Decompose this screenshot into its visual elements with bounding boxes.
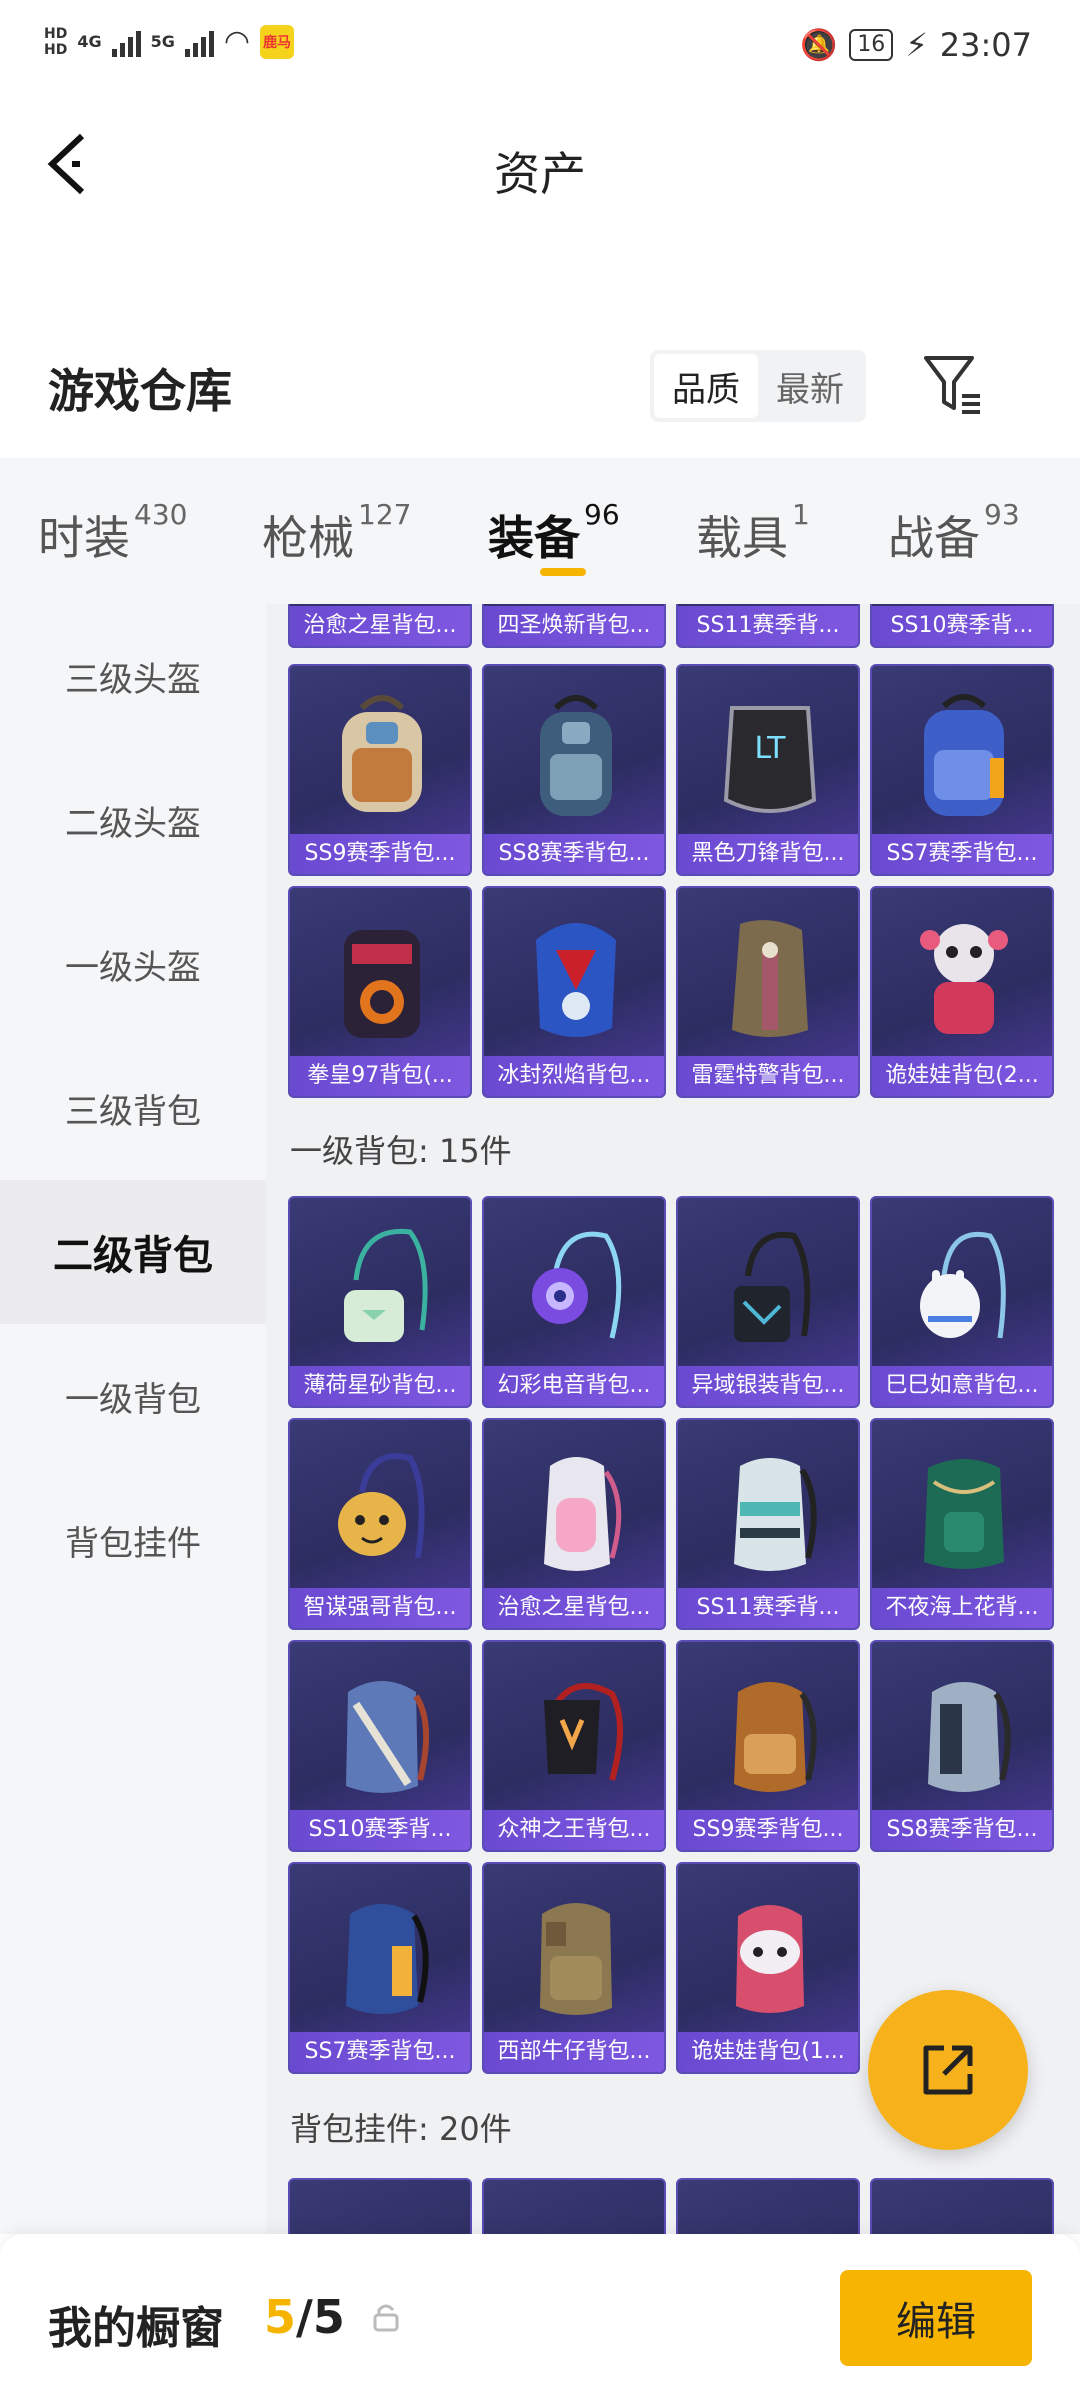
sort-toggle: 品质 最新 [650,350,866,422]
hd-indicator: HD HD [44,25,68,58]
sidebar-item-backpack-charms[interactable]: 背包挂件 [0,1468,266,1612]
backpack-icon [346,1904,429,2014]
item-card[interactable]: SS8赛季背包... [482,664,666,876]
category-tabs: 时装 430 枪械 127 装备 96 载具 1 战备 93 [0,458,1080,604]
tab-equipment[interactable]: 装备 96 [488,498,620,568]
mute-bell-icon: 🔕 [799,27,838,63]
item-card[interactable]: 不夜海上花背... [870,1418,1054,1630]
backpack-icon [734,1231,811,1342]
item-card[interactable]: SS10赛季背... [870,604,1054,648]
item-card[interactable]: 治愈之星背包... [482,1418,666,1630]
sidebar-item-helmet-lv3[interactable]: 三级头盔 [0,604,266,748]
backpack-icon [344,1228,428,1342]
battery-icon: 16 [849,29,894,61]
lock-icon [373,2304,399,2332]
backpack-icon [734,1682,817,1792]
item-card[interactable]: LT 黑色刀锋背包... [676,664,860,876]
external-link-icon [923,2045,973,2095]
tab-weapons[interactable]: 枪械 127 [262,498,411,568]
item-card[interactable]: 智谋强哥背包... [288,1418,472,1630]
tab-supplies[interactable]: 战备 93 [888,498,1020,568]
showcase-count: 5/5 [264,2290,345,2344]
item-card[interactable]: 异域银装背包... [676,1196,860,1408]
filter-icon[interactable] [922,352,984,418]
item-card[interactable]: SS7赛季背包... [870,664,1054,876]
item-grid: 治愈之星背包... 四圣焕新背包... SS11赛季背... SS10赛季背..… [266,604,1080,2234]
item-card[interactable]: SS11赛季背... [676,1418,860,1630]
tab-vehicles[interactable]: 载具 1 [696,498,810,568]
item-card[interactable]: 巳巳如意背包... [870,1196,1054,1408]
item-card[interactable]: SS11赛季背... [676,604,860,648]
item-card[interactable] [870,2178,1054,2234]
item-card[interactable]: SS9赛季背包... [288,664,472,876]
edit-button[interactable]: 编辑 [840,2270,1032,2366]
sidebar: 三级头盔 二级头盔 一级头盔 三级背包 二级背包 一级背包 背包挂件 [0,604,266,2234]
active-tab-indicator [540,568,586,576]
network-4g-label: 4G [77,32,102,51]
backpack-icon [920,1231,1006,1339]
backpack-icon [540,695,612,816]
sidebar-item-helmet-lv2[interactable]: 二级头盔 [0,748,266,892]
backpack-icon [338,1453,425,1559]
item-card[interactable]: 幻彩电音背包... [482,1196,666,1408]
sidebar-item-backpack-lv3[interactable]: 三级背包 [0,1036,266,1180]
sidebar-item-backpack-lv2[interactable]: 二级背包 [0,1180,266,1324]
backpack-icon [342,695,422,812]
item-card[interactable]: 众神之王背包... [482,1640,666,1852]
item-card[interactable] [288,2178,472,2234]
item-card[interactable]: 拳皇97背包(... [288,886,472,1098]
wifi-icon: ◠ [223,24,251,59]
backpack-icon [924,694,1004,816]
section-title-backpack-charms: 背包挂件: 20件 [290,2110,512,2148]
signal-icon [111,27,141,57]
signal-icon-2 [184,27,214,57]
item-card[interactable]: 雷霆特警背包... [676,886,860,1098]
clock: 23:07 [939,26,1032,64]
backpack-icon [532,1231,622,1339]
section-title-backpack-lv1: 一级背包: 15件 [290,1132,512,1170]
item-card[interactable] [676,2178,860,2234]
item-card[interactable]: 四圣焕新背包... [482,604,666,648]
sort-newest-button[interactable]: 最新 [758,354,862,418]
bottom-showcase-bar: 我的橱窗 5/5 编辑 [0,2234,1080,2400]
item-card[interactable]: 诡娃娃背包(2... [870,886,1054,1098]
item-card[interactable] [482,2178,666,2234]
item-card[interactable]: SS10赛季背... [288,1640,472,1852]
share-fab[interactable] [868,1990,1028,2150]
backpack-icon [544,1683,623,1781]
app-notification-icon: 鹿马 [260,24,295,59]
item-card[interactable]: SS8赛季背包... [870,1640,1054,1852]
backpack-icon: LT [723,706,817,813]
top-nav: 资产 [0,110,1080,220]
svg-text:LT: LT [755,731,787,766]
backpack-icon [732,920,808,1037]
status-bar: HD HD 4G 5G ◠ 鹿马 🔕 16 ⚡ 23:07 [0,0,1080,100]
warehouse-title: 游戏仓库 [48,364,232,418]
item-card[interactable]: 薄荷星砂背包... [288,1196,472,1408]
backpack-icon [344,930,420,1038]
backpack-icon [734,1458,817,1571]
backpack-icon [928,1682,1011,1792]
item-card[interactable]: 冰封烈焰背包... [482,886,666,1098]
item-card[interactable]: SS7赛季背包... [288,1862,472,2074]
tab-fashion[interactable]: 时装 430 [38,498,187,568]
item-card[interactable]: 治愈之星背包... [288,604,472,648]
item-card[interactable]: 西部牛仔背包... [482,1862,666,2074]
sort-quality-button[interactable]: 品质 [654,354,758,418]
network-5g-label: 5G [150,32,175,51]
backpack-icon [920,924,1008,1034]
backpack-icon [540,1903,612,2015]
item-card[interactable]: 诡娃娃背包(1... [676,1862,860,2074]
backpack-icon [536,923,616,1037]
backpack-icon [346,1681,430,1793]
sidebar-item-helmet-lv1[interactable]: 一级头盔 [0,892,266,1036]
sidebar-item-backpack-lv1[interactable]: 一级背包 [0,1324,266,1468]
backpack-icon [736,1905,804,2013]
backpack-icon [544,1457,622,1571]
page-title: 资产 [494,147,586,201]
backpack-icon [924,1459,1004,1569]
charging-icon: ⚡ [905,26,928,64]
showcase-title: 我的橱窗 [48,2303,224,2354]
item-card[interactable]: SS9赛季背包... [676,1640,860,1852]
